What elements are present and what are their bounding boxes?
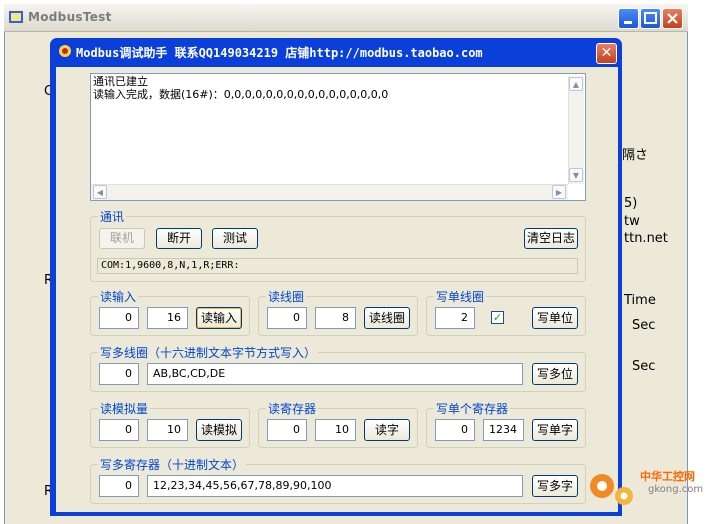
scroll-up-icon[interactable]: ▲ [569,77,583,91]
read-register-count-field[interactable]: 10 [315,419,356,441]
read-coil-count-field[interactable]: 8 [315,307,356,329]
bg-label-2: 5) [624,196,638,211]
read-input-label: 读输入 [98,288,139,305]
log-line-2: 读输入完成，数据(16#)：0,0,0,0,0,0,0,0,0,0,0,0,0,… [93,88,389,101]
write-multi-register-addr-field[interactable]: 0 [99,475,139,497]
read-coil-label: 读线圈 [266,288,307,305]
write-register-button[interactable]: 写单字 [532,419,578,441]
write-register-label: 写单个寄存器 [434,400,511,417]
write-coil-button[interactable]: 写单位 [532,307,578,329]
disconnect-button[interactable]: 断开 [156,228,202,249]
dialog-app-icon [58,44,72,58]
read-register-button[interactable]: 读字 [364,419,410,441]
write-coil-checkbox[interactable]: ✓ [491,311,504,324]
read-coil-button[interactable]: 读线圈 [364,307,410,329]
read-input-count-field[interactable]: 16 [147,307,188,329]
connect-button[interactable]: 联机 [99,228,145,249]
dialog-close-button[interactable]: ✕ [596,43,617,64]
watermark-gear-icon [584,462,640,512]
bg-label-4: ttn.net [624,231,668,246]
read-input-button[interactable]: 读输入 [196,307,242,329]
write-coil-addr-field[interactable]: 2 [435,307,475,329]
maximize-button[interactable] [640,8,661,29]
read-analog-addr-field[interactable]: 0 [99,419,139,441]
scroll-down-icon[interactable]: ▼ [569,168,583,182]
clear-log-button[interactable]: 清空日志 [524,228,578,249]
main-window-title: ModbusTest [28,10,112,24]
main-close-button[interactable] [662,8,683,29]
write-register-addr-field[interactable]: 0 [435,419,475,441]
app-icon [8,9,24,25]
write-multi-coil-label: 写多线圈（十六进制文本字节方式写入） [98,344,319,361]
bg-label-sec-1: Sec [632,318,656,333]
write-multi-coil-addr-field[interactable]: 0 [99,363,139,385]
write-register-value-field[interactable]: 1234 [483,419,524,441]
read-analog-count-field[interactable]: 10 [147,419,188,441]
comm-status-field: COM:1,9600,8,N,1,R;ERR: [97,258,578,274]
write-multi-register-value-field[interactable]: 12,23,34,45,56,67,78,89,90,100 [147,475,523,497]
scroll-right-icon[interactable]: ▶ [552,185,566,199]
write-multi-register-label: 写多寄存器（十进制文本） [98,456,247,473]
write-multi-coil-value-field[interactable]: AB,BC,CD,DE [147,363,523,385]
read-input-addr-field[interactable]: 0 [99,307,139,329]
log-content: 通讯已建立 读输入完成，数据(16#)：0,0,0,0,0,0,0,0,0,0,0… [93,75,388,101]
bg-label-3: tw [624,214,640,229]
read-analog-button[interactable]: 读模拟 [196,419,242,441]
scroll-left-icon[interactable]: ◀ [93,185,107,199]
read-register-label: 读寄存器 [266,400,319,417]
test-button[interactable]: 测试 [212,228,258,249]
write-multi-coil-button[interactable]: 写多位 [532,363,578,385]
write-multi-register-button[interactable]: 写多字 [532,475,578,497]
comm-group-label: 通讯 [98,208,127,225]
read-register-addr-field[interactable]: 0 [267,419,307,441]
dialog-title: Modbus调试助手 联系QQ149034219 店铺http://modbus… [76,46,483,60]
log-line-1: 通讯已建立 [93,75,148,88]
bg-label-time: Time [624,293,656,308]
bg-label-sec-2: Sec [632,359,656,374]
write-coil-label: 写单线圈 [434,288,487,305]
minimize-button[interactable] [618,8,639,29]
read-analog-label: 读模拟量 [98,400,151,417]
read-coil-addr-field[interactable]: 0 [267,307,307,329]
watermark-url: gkong.com [648,484,704,495]
watermark-text: 中华工控网 [640,470,695,483]
log-horizontal-scrollbar[interactable] [91,184,568,200]
bg-label-1: 隔さ [622,148,649,163]
